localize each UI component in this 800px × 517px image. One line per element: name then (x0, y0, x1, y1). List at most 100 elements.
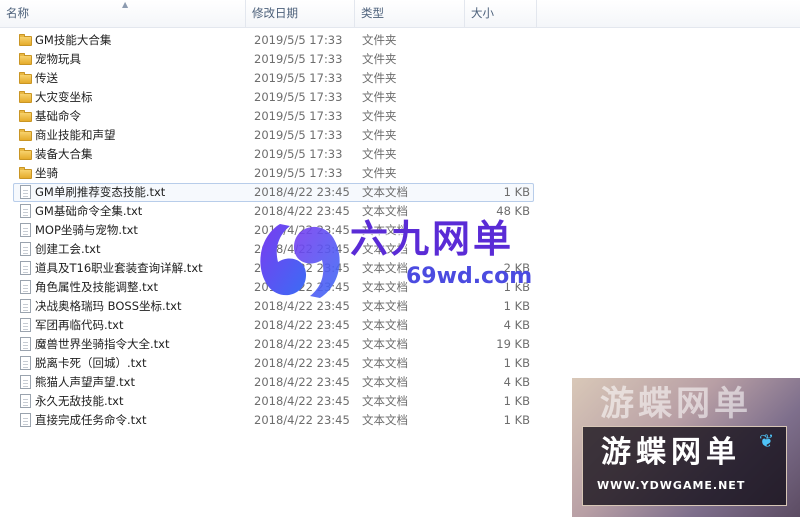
item-name: 熊猫人声望声望.txt (35, 375, 135, 389)
item-type: 文件夹 (362, 128, 397, 142)
text-document-icon (18, 356, 32, 370)
item-type: 文件夹 (362, 33, 397, 47)
item-type: 文件夹 (362, 147, 397, 161)
folder-row[interactable]: 基础命令 2019/5/5 17:33 文件夹 (0, 107, 800, 126)
text-document-icon (18, 375, 32, 389)
item-date: 2019/5/5 17:33 (254, 147, 343, 161)
butterfly-icon: ❦ (759, 431, 775, 452)
item-date: 2019/5/5 17:33 (254, 52, 343, 66)
item-date: 2018/4/22 23:45 (254, 185, 350, 199)
item-name: 道具及T16职业套装查询详解.txt (35, 261, 203, 275)
item-type: 文本文档 (362, 356, 408, 370)
item-name: 脱离卡死（回城）.txt (35, 356, 147, 370)
folder-row[interactable]: 宠物玩具 2019/5/5 17:33 文件夹 (0, 50, 800, 69)
item-date: 2019/5/5 17:33 (254, 128, 343, 142)
column-header-type-label: 类型 (361, 6, 384, 20)
file-row[interactable]: 脱离卡死（回城）.txt 2018/4/22 23:45 文本文档 1 KB (0, 354, 800, 373)
file-row[interactable]: 军团再临代码.txt 2018/4/22 23:45 文本文档 4 KB (0, 316, 800, 335)
item-type: 文件夹 (362, 52, 397, 66)
item-date: 2019/5/5 17:33 (254, 109, 343, 123)
item-name: 创建工会.txt (35, 242, 101, 256)
text-document-icon (18, 337, 32, 351)
item-date: 2019/5/5 17:33 (254, 71, 343, 85)
text-document-icon (18, 204, 32, 218)
column-header-type[interactable]: 类型 (355, 0, 465, 27)
item-size: 1 KB (503, 413, 530, 427)
item-name: 决战奥格瑞玛 BOSS坐标.txt (35, 299, 182, 313)
item-date: 2018/4/22 23:45 (254, 413, 350, 427)
item-date: 2019/5/5 17:33 (254, 166, 343, 180)
item-name: 宠物玩具 (35, 52, 81, 66)
watermark-ydwgame-box: 游蝶网单 ❦ WWW.YDWGAME.NET (582, 426, 787, 506)
text-document-icon (18, 318, 32, 332)
text-document-icon (18, 413, 32, 427)
item-name: 军团再临代码.txt (35, 318, 124, 332)
folder-icon (18, 71, 32, 85)
watermark-69wd: 六九网单 69wd.com (250, 216, 550, 306)
folder-row[interactable]: 传送 2019/5/5 17:33 文件夹 (0, 69, 800, 88)
folder-row[interactable]: GM技能大合集 2019/5/5 17:33 文件夹 (0, 31, 800, 50)
file-row[interactable]: 魔兽世界坐骑指令大全.txt 2018/4/22 23:45 文本文档 19 KB (0, 335, 800, 354)
folder-row[interactable]: 装备大合集 2019/5/5 17:33 文件夹 (0, 145, 800, 164)
column-header-date-label: 修改日期 (252, 6, 298, 20)
item-type: 文本文档 (362, 337, 408, 351)
item-size: 1 KB (503, 185, 530, 199)
text-document-icon (18, 280, 32, 294)
text-document-icon (18, 261, 32, 275)
folder-row[interactable]: 坐骑 2019/5/5 17:33 文件夹 (0, 164, 800, 183)
item-date: 2018/4/22 23:45 (254, 318, 350, 332)
item-name: 大灾变坐标 (35, 90, 93, 104)
item-type: 文本文档 (362, 394, 408, 408)
item-name: 传送 (35, 71, 58, 85)
column-header-name[interactable]: 名称 ▲ (0, 0, 246, 27)
sort-ascending-icon: ▲ (122, 0, 129, 9)
column-header-bar: 名称 ▲ 修改日期 类型 大小 (0, 0, 800, 28)
item-name: 魔兽世界坐骑指令大全.txt (35, 337, 170, 351)
column-header-name-label: 名称 (6, 6, 29, 20)
item-type: 文件夹 (362, 166, 397, 180)
file-row[interactable]: GM单刷推荐变态技能.txt 2018/4/22 23:45 文本文档 1 KB (0, 183, 800, 202)
watermark-ydwgame-title: 游蝶网单 (601, 435, 741, 470)
item-type: 文件夹 (362, 71, 397, 85)
item-size: 4 KB (503, 318, 530, 332)
item-name: MOP坐骑与宠物.txt (35, 223, 138, 237)
folder-icon (18, 166, 32, 180)
item-size: 19 KB (496, 337, 530, 351)
watermark-69wd-url: 69wd.com (406, 264, 533, 289)
folder-row[interactable]: 商业技能和声望 2019/5/5 17:33 文件夹 (0, 126, 800, 145)
folder-icon (18, 128, 32, 142)
item-type: 文本文档 (362, 375, 408, 389)
item-type: 文本文档 (362, 185, 408, 199)
item-name: 直接完成任务命令.txt (35, 413, 147, 427)
item-date: 2018/4/22 23:45 (254, 375, 350, 389)
text-document-icon (18, 242, 32, 256)
item-date: 2019/5/5 17:33 (254, 33, 343, 47)
item-size: 4 KB (503, 375, 530, 389)
item-name: 永久无敌技能.txt (35, 394, 124, 408)
item-date: 2018/4/22 23:45 (254, 337, 350, 351)
column-header-size-label: 大小 (471, 6, 494, 20)
item-name: GM基础命令全集.txt (35, 204, 143, 218)
item-name: 装备大合集 (35, 147, 93, 161)
folder-icon (18, 33, 32, 47)
item-type: 文本文档 (362, 318, 408, 332)
watermark-ydwgame-ghost: 游蝶网单 (600, 384, 752, 424)
item-name: 角色属性及技能调整.txt (35, 280, 158, 294)
text-document-icon (18, 223, 32, 237)
watermark-69wd-title: 六九网单 (350, 217, 515, 261)
item-date: 2018/4/22 23:45 (254, 356, 350, 370)
text-document-icon (18, 394, 32, 408)
item-size: 1 KB (503, 356, 530, 370)
item-type: 文本文档 (362, 413, 408, 427)
item-type: 文件夹 (362, 109, 397, 123)
folder-icon (18, 147, 32, 161)
folder-icon (18, 90, 32, 104)
text-document-icon (18, 299, 32, 313)
column-header-size[interactable]: 大小 (465, 0, 537, 27)
folder-row[interactable]: 大灾变坐标 2019/5/5 17:33 文件夹 (0, 88, 800, 107)
item-name: 坐骑 (35, 166, 58, 180)
item-date: 2019/5/5 17:33 (254, 90, 343, 104)
column-header-date[interactable]: 修改日期 (246, 0, 355, 27)
item-name: 基础命令 (35, 109, 81, 123)
watermark-ydwgame-url: WWW.YDWGAME.NET (597, 479, 746, 492)
